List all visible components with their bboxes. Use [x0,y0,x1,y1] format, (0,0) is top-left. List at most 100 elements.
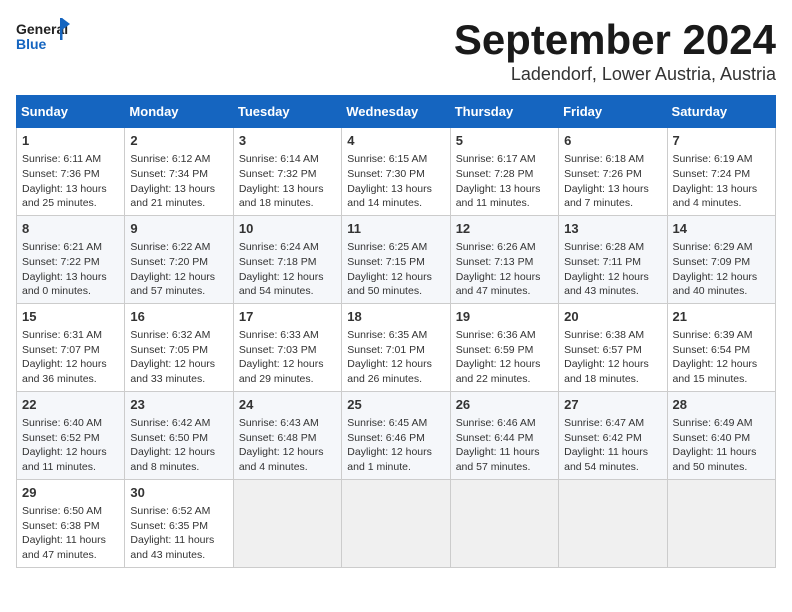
col-header-friday: Friday [559,96,667,128]
calendar-cell: 7Sunrise: 6:19 AMSunset: 7:24 PMDaylight… [667,128,775,216]
svg-text:Blue: Blue [16,36,47,52]
day-number: 15 [22,308,119,326]
day-number: 3 [239,132,336,150]
daylight-text: Daylight: 13 hours and 7 minutes. [564,182,661,211]
day-number: 1 [22,132,119,150]
daylight-text: Daylight: 12 hours and 54 minutes. [239,270,336,299]
calendar-cell: 11Sunrise: 6:25 AMSunset: 7:15 PMDayligh… [342,215,450,303]
daylight-text: Daylight: 13 hours and 25 minutes. [22,182,119,211]
calendar-cell: 9Sunrise: 6:22 AMSunset: 7:20 PMDaylight… [125,215,233,303]
day-number: 14 [673,220,770,238]
daylight-text: Daylight: 12 hours and 22 minutes. [456,357,553,386]
day-number: 6 [564,132,661,150]
calendar-cell: 28Sunrise: 6:49 AMSunset: 6:40 PMDayligh… [667,391,775,479]
daylight-text: Daylight: 12 hours and 36 minutes. [22,357,119,386]
sunset-text: Sunset: 7:24 PM [673,167,770,182]
day-number: 22 [22,396,119,414]
daylight-text: Daylight: 12 hours and 26 minutes. [347,357,444,386]
location-title: Ladendorf, Lower Austria, Austria [454,64,776,85]
sunrise-text: Sunrise: 6:26 AM [456,240,553,255]
daylight-text: Daylight: 13 hours and 0 minutes. [22,270,119,299]
calendar-cell: 16Sunrise: 6:32 AMSunset: 7:05 PMDayligh… [125,303,233,391]
sunset-text: Sunset: 7:05 PM [130,343,227,358]
sunrise-text: Sunrise: 6:21 AM [22,240,119,255]
col-header-saturday: Saturday [667,96,775,128]
day-number: 19 [456,308,553,326]
calendar-cell: 27Sunrise: 6:47 AMSunset: 6:42 PMDayligh… [559,391,667,479]
sunrise-text: Sunrise: 6:28 AM [564,240,661,255]
calendar-cell [233,479,341,567]
daylight-text: Daylight: 11 hours and 43 minutes. [130,533,227,562]
daylight-text: Daylight: 12 hours and 15 minutes. [673,357,770,386]
calendar-week-3: 15Sunrise: 6:31 AMSunset: 7:07 PMDayligh… [17,303,776,391]
calendar-cell: 29Sunrise: 6:50 AMSunset: 6:38 PMDayligh… [17,479,125,567]
sunset-text: Sunset: 6:40 PM [673,431,770,446]
sunrise-text: Sunrise: 6:24 AM [239,240,336,255]
daylight-text: Daylight: 12 hours and 57 minutes. [130,270,227,299]
sunset-text: Sunset: 6:46 PM [347,431,444,446]
calendar-cell: 5Sunrise: 6:17 AMSunset: 7:28 PMDaylight… [450,128,558,216]
sunrise-text: Sunrise: 6:11 AM [22,152,119,167]
sunrise-text: Sunrise: 6:22 AM [130,240,227,255]
sunrise-text: Sunrise: 6:14 AM [239,152,336,167]
daylight-text: Daylight: 12 hours and 43 minutes. [564,270,661,299]
day-number: 18 [347,308,444,326]
sunrise-text: Sunrise: 6:35 AM [347,328,444,343]
calendar-week-2: 8Sunrise: 6:21 AMSunset: 7:22 PMDaylight… [17,215,776,303]
calendar-cell: 15 Sunrise: 6:31 AMSunset: 7:07 PMDayligh… [17,303,125,391]
sunset-text: Sunset: 6:38 PM [22,519,119,534]
calendar-cell: 14Sunrise: 6:29 AMSunset: 7:09 PMDayligh… [667,215,775,303]
sunset-text: Sunset: 6:54 PM [673,343,770,358]
sunset-text: Sunset: 6:52 PM [22,431,119,446]
sunset-text: Sunset: 7:15 PM [347,255,444,270]
logo: General Blue [16,16,71,56]
sunrise-text: Sunrise: 6:31 AM [22,328,119,343]
sunrise-text: Sunrise: 6:29 AM [673,240,770,255]
sunrise-text: Sunrise: 6:19 AM [673,152,770,167]
calendar-cell [342,479,450,567]
calendar-cell: 12Sunrise: 6:26 AMSunset: 7:13 PMDayligh… [450,215,558,303]
sunset-text: Sunset: 7:30 PM [347,167,444,182]
sunrise-text: Sunrise: 6:39 AM [673,328,770,343]
sunrise-text: Sunrise: 6:46 AM [456,416,553,431]
day-number: 16 [130,308,227,326]
col-header-wednesday: Wednesday [342,96,450,128]
daylight-text: Daylight: 12 hours and 8 minutes. [130,445,227,474]
calendar-cell: 20Sunrise: 6:38 AMSunset: 6:57 PMDayligh… [559,303,667,391]
sunset-text: Sunset: 7:07 PM [22,343,119,358]
day-number: 12 [456,220,553,238]
sunset-text: Sunset: 7:03 PM [239,343,336,358]
day-number: 17 [239,308,336,326]
sunrise-text: Sunrise: 6:15 AM [347,152,444,167]
day-number: 9 [130,220,227,238]
calendar-cell: 17Sunrise: 6:33 AMSunset: 7:03 PMDayligh… [233,303,341,391]
title-area: September 2024 Ladendorf, Lower Austria,… [454,16,776,85]
day-number: 7 [673,132,770,150]
sunrise-text: Sunrise: 6:38 AM [564,328,661,343]
sunset-text: Sunset: 7:01 PM [347,343,444,358]
day-number: 20 [564,308,661,326]
col-header-sunday: Sunday [17,96,125,128]
sunrise-text: Sunrise: 6:36 AM [456,328,553,343]
day-number: 11 [347,220,444,238]
day-number: 25 [347,396,444,414]
day-number: 24 [239,396,336,414]
sunrise-text: Sunrise: 6:50 AM [22,504,119,519]
calendar-cell [559,479,667,567]
daylight-text: Daylight: 11 hours and 47 minutes. [22,533,119,562]
sunrise-text: Sunrise: 6:40 AM [22,416,119,431]
daylight-text: Daylight: 11 hours and 57 minutes. [456,445,553,474]
daylight-text: Daylight: 12 hours and 29 minutes. [239,357,336,386]
sunset-text: Sunset: 6:35 PM [130,519,227,534]
calendar-cell: 3Sunrise: 6:14 AMSunset: 7:32 PMDaylight… [233,128,341,216]
day-number: 30 [130,484,227,502]
sunrise-text: Sunrise: 6:47 AM [564,416,661,431]
day-number: 26 [456,396,553,414]
calendar-cell: 2Sunrise: 6:12 AMSunset: 7:34 PMDaylight… [125,128,233,216]
calendar-cell: 22Sunrise: 6:40 AMSunset: 6:52 PMDayligh… [17,391,125,479]
calendar-cell: 4Sunrise: 6:15 AMSunset: 7:30 PMDaylight… [342,128,450,216]
sunrise-text: Sunrise: 6:32 AM [130,328,227,343]
calendar-cell: 10Sunrise: 6:24 AMSunset: 7:18 PMDayligh… [233,215,341,303]
page-header: General Blue September 2024 Ladendorf, L… [16,16,776,85]
sunset-text: Sunset: 7:32 PM [239,167,336,182]
